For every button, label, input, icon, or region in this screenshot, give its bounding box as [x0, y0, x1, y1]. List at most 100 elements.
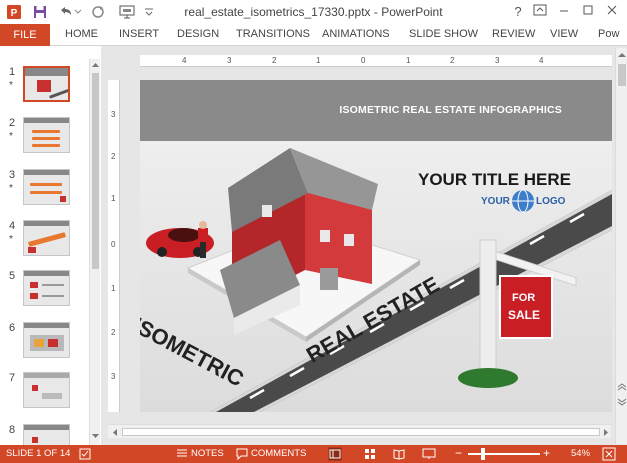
tab-transitions[interactable]: TRANSITIONS — [236, 28, 310, 40]
tab-home[interactable]: HOME — [65, 28, 98, 40]
previous-slide-icon[interactable] — [617, 383, 627, 391]
slide-horizontal-scrollbar[interactable] — [108, 424, 611, 438]
thumbnail-number: 1 — [9, 66, 16, 78]
reading-view-icon[interactable] — [393, 448, 405, 460]
zoom-in-icon[interactable]: + — [543, 446, 550, 460]
thumbnail-image — [23, 322, 70, 358]
thumbnail-slide-7[interactable]: 7 — [0, 372, 90, 418]
ruler-label: 2 — [111, 328, 116, 337]
thumbnail-scrollbar-thumb[interactable] — [92, 73, 99, 269]
thumbnail-slide-8[interactable]: 8 — [0, 424, 90, 445]
tab-slide-show[interactable]: SLIDE SHOW — [409, 28, 478, 40]
slide-vertical-scrollbar[interactable] — [615, 48, 627, 444]
window — [320, 230, 330, 242]
animation-star-icon: * — [9, 131, 13, 142]
thumbnail-slide-2[interactable]: 2 * — [0, 117, 90, 163]
tab-powerpoint[interactable]: Pow — [598, 28, 619, 40]
window — [344, 234, 354, 246]
ruler-label: 3 — [495, 56, 500, 65]
ruler-label: 2 — [111, 152, 116, 161]
close-icon[interactable] — [602, 3, 622, 21]
slide-count: SLIDE 1 OF 14 — [6, 448, 71, 459]
comments-icon[interactable] — [236, 448, 248, 460]
notes-icon[interactable] — [176, 448, 188, 460]
thumbnail-number: 4 — [9, 220, 16, 232]
thumbnail-image — [23, 372, 70, 408]
thumbnail-number: 7 — [9, 372, 16, 384]
tab-design[interactable]: DESIGN — [177, 28, 219, 40]
zoom-slider[interactable] — [468, 453, 540, 455]
person — [200, 240, 206, 258]
sign-text-for: FOR — [512, 292, 536, 304]
scroll-up-icon[interactable] — [91, 61, 100, 69]
tab-view[interactable]: VIEW — [550, 28, 578, 40]
tab-file[interactable]: FILE — [0, 24, 50, 46]
ruler-label: 1 — [316, 56, 321, 65]
thumbnail-number: 6 — [9, 322, 16, 334]
scroll-up-icon[interactable] — [617, 51, 627, 59]
animation-star-icon: * — [9, 80, 13, 91]
tab-insert[interactable]: INSERT — [119, 28, 159, 40]
for-sale-sign — [499, 275, 553, 339]
slide-show-icon[interactable] — [422, 448, 436, 460]
ruler-label: 1 — [111, 194, 116, 203]
comments-button[interactable]: COMMENTS — [251, 448, 306, 459]
spelling-check-icon[interactable] — [78, 447, 92, 461]
zoom-level[interactable]: 54% — [571, 448, 590, 459]
ruler-label: 3 — [227, 56, 232, 65]
status-bar: SLIDE 1 OF 14 NOTES COMMENTS − + 54% — [0, 445, 627, 463]
restore-icon[interactable] — [578, 3, 598, 21]
animation-star-icon: * — [9, 183, 13, 194]
vertical-ruler: 3 2 1 0 1 2 3 — [108, 80, 120, 412]
ruler-label: 2 — [450, 56, 455, 65]
ruler-label: 0 — [361, 56, 366, 65]
tab-review[interactable]: REVIEW — [492, 28, 535, 40]
ribbon-display-options-icon[interactable] — [530, 3, 550, 21]
ruler-label: 0 — [111, 240, 116, 249]
vertical-scroll-thumb[interactable] — [618, 64, 626, 86]
thumbnail-scrollbar[interactable] — [89, 59, 100, 445]
thumbnail-image — [23, 220, 70, 256]
tab-animations[interactable]: ANIMATIONS — [322, 28, 390, 40]
ruler-label: 2 — [272, 56, 277, 65]
help-button[interactable]: ? — [508, 3, 528, 21]
thumbnail-slide-3[interactable]: 3 * — [0, 169, 90, 215]
thumbnail-image — [23, 169, 70, 205]
notes-button[interactable]: NOTES — [191, 448, 224, 459]
sign-post — [479, 239, 497, 381]
ruler-label: 4 — [182, 56, 187, 65]
slide-title-placeholder[interactable]: YOUR TITLE HERE — [418, 170, 571, 190]
zoom-slider-handle[interactable] — [481, 448, 485, 460]
thumbnail-number: 8 — [9, 424, 16, 436]
horizontal-scroll-thumb[interactable] — [122, 428, 600, 436]
slide-sorter-icon[interactable] — [364, 448, 376, 460]
thumbnail-slide-5[interactable]: 5 — [0, 270, 90, 316]
normal-view-icon[interactable] — [328, 447, 342, 461]
thumbnail-image — [23, 424, 70, 445]
thumbnail-slide-4[interactable]: 4 * — [0, 220, 90, 266]
sign-text-sale: SALE — [508, 308, 541, 322]
grass — [458, 368, 518, 388]
logo-text-right: LOGO — [536, 196, 566, 207]
ruler-label: 1 — [406, 56, 411, 65]
current-slide[interactable]: ISOMETRIC REAL ESTATE INFOGRAPHICS YOUR … — [140, 80, 612, 412]
next-slide-icon[interactable] — [617, 398, 627, 406]
porch — [320, 268, 338, 290]
zoom-out-icon[interactable]: − — [455, 446, 462, 460]
scroll-right-icon[interactable] — [602, 428, 610, 437]
ruler-label: 3 — [111, 372, 116, 381]
ruler-label: 4 — [539, 56, 544, 65]
scroll-left-icon[interactable] — [111, 428, 119, 437]
thumbnail-slide-6[interactable]: 6 — [0, 322, 90, 368]
animation-star-icon: * — [9, 234, 13, 245]
thumbnail-image — [23, 270, 70, 306]
window — [262, 205, 272, 217]
thumbnail-slide-1[interactable]: 1 * — [0, 66, 90, 112]
title-bar: P real_estate_isometrics_17330.pptx - Po… — [0, 0, 627, 24]
thumbnail-image — [23, 66, 70, 102]
fit-slide-to-window-icon[interactable] — [602, 447, 616, 461]
slide-thumbnail-pane: 1 * 2 * 3 * 4 * 5 6 7 8 — [0, 59, 101, 445]
thumbnail-number: 5 — [9, 270, 16, 282]
scroll-down-icon[interactable] — [91, 432, 100, 440]
minimize-icon[interactable] — [554, 3, 574, 21]
